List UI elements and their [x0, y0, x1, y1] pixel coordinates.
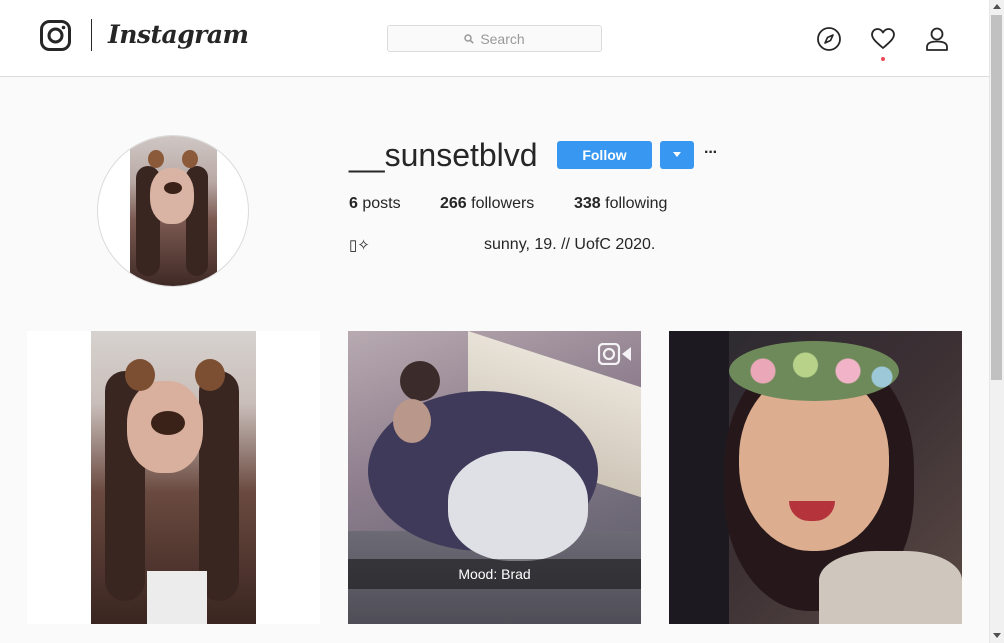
chevron-down-icon: [673, 152, 681, 157]
bio-emoji: ▯✧: [349, 237, 370, 254]
followers-count-value: 266: [440, 195, 467, 212]
post-thumbnail[interactable]: [27, 331, 320, 624]
bio-text: sunny, 19. // UofC 2020.: [484, 236, 656, 253]
video-camera-icon: [598, 343, 631, 365]
search-icon: [464, 33, 475, 44]
post-head: [400, 361, 440, 401]
dog-filter-nose: [151, 411, 185, 435]
more-options-button[interactable]: ···: [704, 145, 722, 164]
post-hair: [199, 371, 239, 601]
top-nav: Instagram Search: [0, 0, 989, 77]
instagram-wordmark[interactable]: Instagram: [108, 20, 249, 49]
posts-count-label: posts: [362, 195, 401, 212]
followers-count-label: followers: [471, 195, 535, 212]
profile-username: __sunsetblvd: [349, 137, 538, 173]
followers-count[interactable]: 266 followers: [440, 195, 534, 213]
heart-icon[interactable]: [870, 26, 896, 52]
compass-icon[interactable]: [816, 26, 842, 52]
dog-filter-ear: [148, 150, 164, 168]
instagram-glyph-icon[interactable]: [40, 20, 71, 51]
person-icon[interactable]: [924, 26, 950, 52]
search-input[interactable]: Search: [387, 25, 602, 52]
logo-divider: [91, 19, 92, 51]
post-sweater: [819, 551, 962, 624]
following-count-value: 338: [574, 195, 601, 212]
flower-crown-filter: [729, 341, 899, 401]
following-count[interactable]: 338 following: [574, 195, 667, 213]
dog-filter-ear: [195, 359, 225, 391]
dog-filter-nose: [164, 182, 182, 194]
scroll-down-arrow-icon[interactable]: [993, 633, 1001, 638]
dog-filter-ear: [182, 150, 198, 168]
profile-avatar[interactable]: [97, 135, 249, 287]
post-head: [393, 399, 431, 443]
snap-caption: Mood: Brad: [458, 566, 531, 582]
post-thumbnail[interactable]: [669, 331, 962, 624]
notification-dot: [881, 57, 885, 61]
search-placeholder: Search: [480, 30, 525, 47]
post-background: [669, 331, 729, 624]
posts-count: 6 posts: [349, 195, 401, 213]
dog-filter-ear: [125, 359, 155, 391]
following-count-label: following: [605, 195, 668, 212]
posts-count-value: 6: [349, 195, 358, 212]
follow-button[interactable]: Follow: [557, 141, 652, 169]
scroll-up-arrow-icon[interactable]: [993, 4, 1001, 9]
post-blanket: [448, 451, 588, 561]
suggestions-dropdown-button[interactable]: [660, 141, 694, 169]
avatar-face: [150, 168, 194, 224]
post-shirt: [147, 571, 207, 624]
post-thumbnail[interactable]: Mood: Brad: [348, 331, 641, 624]
scrollbar-thumb[interactable]: [991, 15, 1002, 380]
